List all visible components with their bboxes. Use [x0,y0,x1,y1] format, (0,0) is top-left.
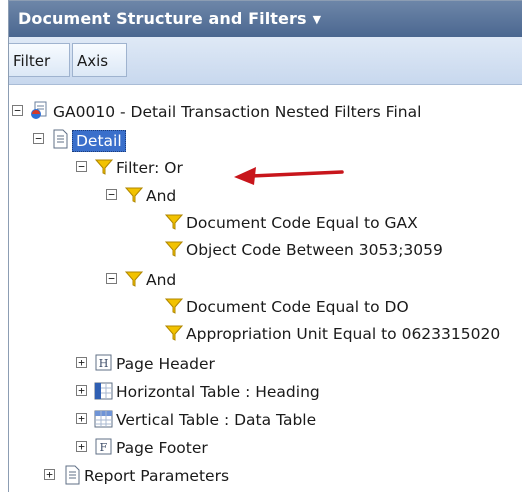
expand-icon[interactable]: + [76,385,87,396]
collapse-icon[interactable]: − [12,105,23,116]
collapse-icon[interactable]: − [106,273,117,284]
tree-label-condition-1: Document Code Equal to GAX [186,214,418,232]
tree-label-condition-2: Object Code Between 3053;3059 [186,241,443,259]
tree-label-detail: Detail [72,130,126,152]
tree-label-filter-or: Filter: Or [116,159,183,177]
svg-text:H: H [99,357,109,370]
tree-label-vertical-table: Vertical Table : Data Table [116,411,317,429]
filter-funnel-icon [164,214,184,230]
tree-label-condition-3: Document Code Equal to DO [186,298,409,316]
document-icon [65,465,80,485]
title-dropdown-icon[interactable]: ▼ [313,13,322,26]
tree-label-page-header: Page Header [116,355,215,373]
tab-bar: Filter Axis [9,37,522,85]
expand-icon[interactable]: + [76,357,87,368]
panel-title: Document Structure and Filters [18,9,307,28]
tree-label-and-2: And [146,271,177,289]
filter-funnel-icon [124,187,144,203]
horizontal-table-icon [94,382,113,400]
panel-title-bar[interactable]: Document Structure and Filters ▼ [9,1,522,37]
report-document-icon [31,101,47,119]
collapse-icon[interactable]: − [33,133,44,144]
document-icon [53,129,68,149]
filter-funnel-icon [124,271,144,287]
filter-funnel-icon [164,241,184,257]
vertical-table-icon [94,410,113,428]
collapse-icon[interactable]: − [106,189,117,200]
expand-icon[interactable]: + [76,441,87,452]
tab-axis[interactable]: Axis [72,43,127,77]
tab-filter[interactable]: Filter [9,43,70,77]
svg-text:F: F [100,441,108,454]
page-footer-icon: F [95,438,112,455]
document-structure-panel: Document Structure and Filters ▼ Filter A… [8,0,522,492]
page-header-icon: H [95,354,112,371]
expand-icon[interactable]: + [44,469,55,480]
tree-label-horizontal-table: Horizontal Table : Heading [116,383,320,401]
tree-label-root: GA0010 - Detail Transaction Nested Filte… [53,103,422,121]
filter-funnel-icon [164,298,184,314]
filter-funnel-icon [164,325,184,341]
annotation-arrow-icon [234,167,344,185]
tree-label-and-1: And [146,187,177,205]
tree-label-page-footer: Page Footer [116,439,208,457]
tree-label-condition-4: Appropriation Unit Equal to 0623315020 [186,325,501,343]
tree-item-root[interactable]: − GA0010 - Detail Transaction Nested Fil… [9,99,522,125]
collapse-icon[interactable]: − [76,161,87,172]
expand-icon[interactable]: + [76,413,87,424]
filter-funnel-icon [94,159,114,175]
tree-label-report-parameters: Report Parameters [84,467,230,485]
